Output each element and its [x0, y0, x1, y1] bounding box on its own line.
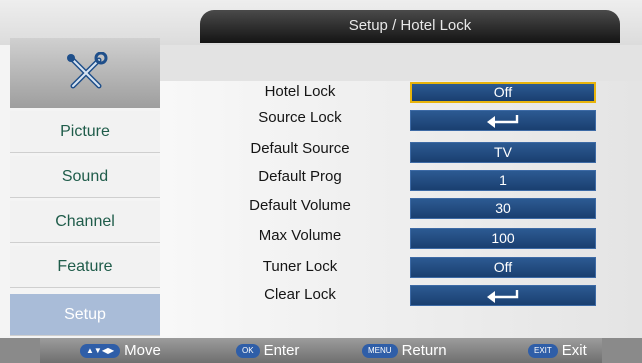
return-hint-label: Return: [401, 342, 447, 359]
max-volume-label: Max Volume: [258, 227, 342, 244]
default-volume-value[interactable]: 30: [410, 198, 596, 219]
move-hint-label: Move: [124, 342, 161, 359]
clear-lock-button[interactable]: [410, 285, 596, 306]
source-lock-button[interactable]: [410, 110, 596, 131]
tools-icon: [67, 52, 108, 89]
sidebar-item-sound[interactable]: Sound: [10, 156, 160, 198]
default-source-label: Default Source: [250, 140, 350, 157]
sidebar: Picture Sound Channel Feature Setup: [10, 38, 160, 338]
settings-panel: Hotel Lock Off Source Lock Default Sourc…: [160, 45, 642, 338]
clear-lock-label: Clear Lock: [264, 286, 336, 303]
hotel-lock-value[interactable]: Off: [410, 82, 596, 103]
sidebar-item-picture[interactable]: Picture: [10, 111, 160, 153]
arrow-keys-icon: ▲▼◀▶: [80, 343, 121, 358]
bottom-right-corner: [602, 338, 642, 363]
sidebar-logo: [10, 38, 160, 108]
hint-bar: ▲▼◀▶ Move OK Enter MENU Return EXIT Exit: [0, 338, 642, 363]
menu-key-icon: MENU: [362, 343, 398, 358]
tuner-lock-label: Tuner Lock: [262, 258, 338, 275]
enter-icon: [487, 290, 519, 303]
tv-screen: Setup / Hotel Lock Picture Sound Channel…: [0, 0, 642, 363]
enter-icon: [487, 115, 519, 128]
sidebar-item-channel[interactable]: Channel: [10, 201, 160, 243]
exit-hint-label: Exit: [561, 342, 587, 359]
enter-hint-label: Enter: [263, 342, 300, 359]
sidebar-item-feature[interactable]: Feature: [10, 246, 160, 288]
enter-hint: OK Enter: [236, 340, 299, 361]
default-volume-label: Default Volume: [249, 197, 351, 214]
source-lock-label: Source Lock: [258, 109, 342, 126]
default-source-value[interactable]: TV: [410, 142, 596, 163]
max-volume-value[interactable]: 100: [410, 228, 596, 249]
bottom-left-corner: [0, 338, 40, 363]
ok-key-icon: OK: [236, 343, 260, 358]
exit-key-icon: EXIT: [528, 343, 558, 358]
move-hint: ▲▼◀▶ Move: [80, 340, 161, 361]
return-hint: MENU Return: [362, 340, 447, 361]
tuner-lock-value[interactable]: Off: [410, 257, 596, 278]
exit-hint: EXIT Exit: [528, 340, 587, 361]
sidebar-item-setup[interactable]: Setup: [10, 294, 160, 336]
panel-header-strip: [160, 45, 642, 81]
hotel-lock-label: Hotel Lock: [264, 83, 336, 100]
page-title: Setup / Hotel Lock: [200, 10, 620, 43]
default-prog-value[interactable]: 1: [410, 170, 596, 191]
default-prog-label: Default Prog: [258, 168, 342, 185]
